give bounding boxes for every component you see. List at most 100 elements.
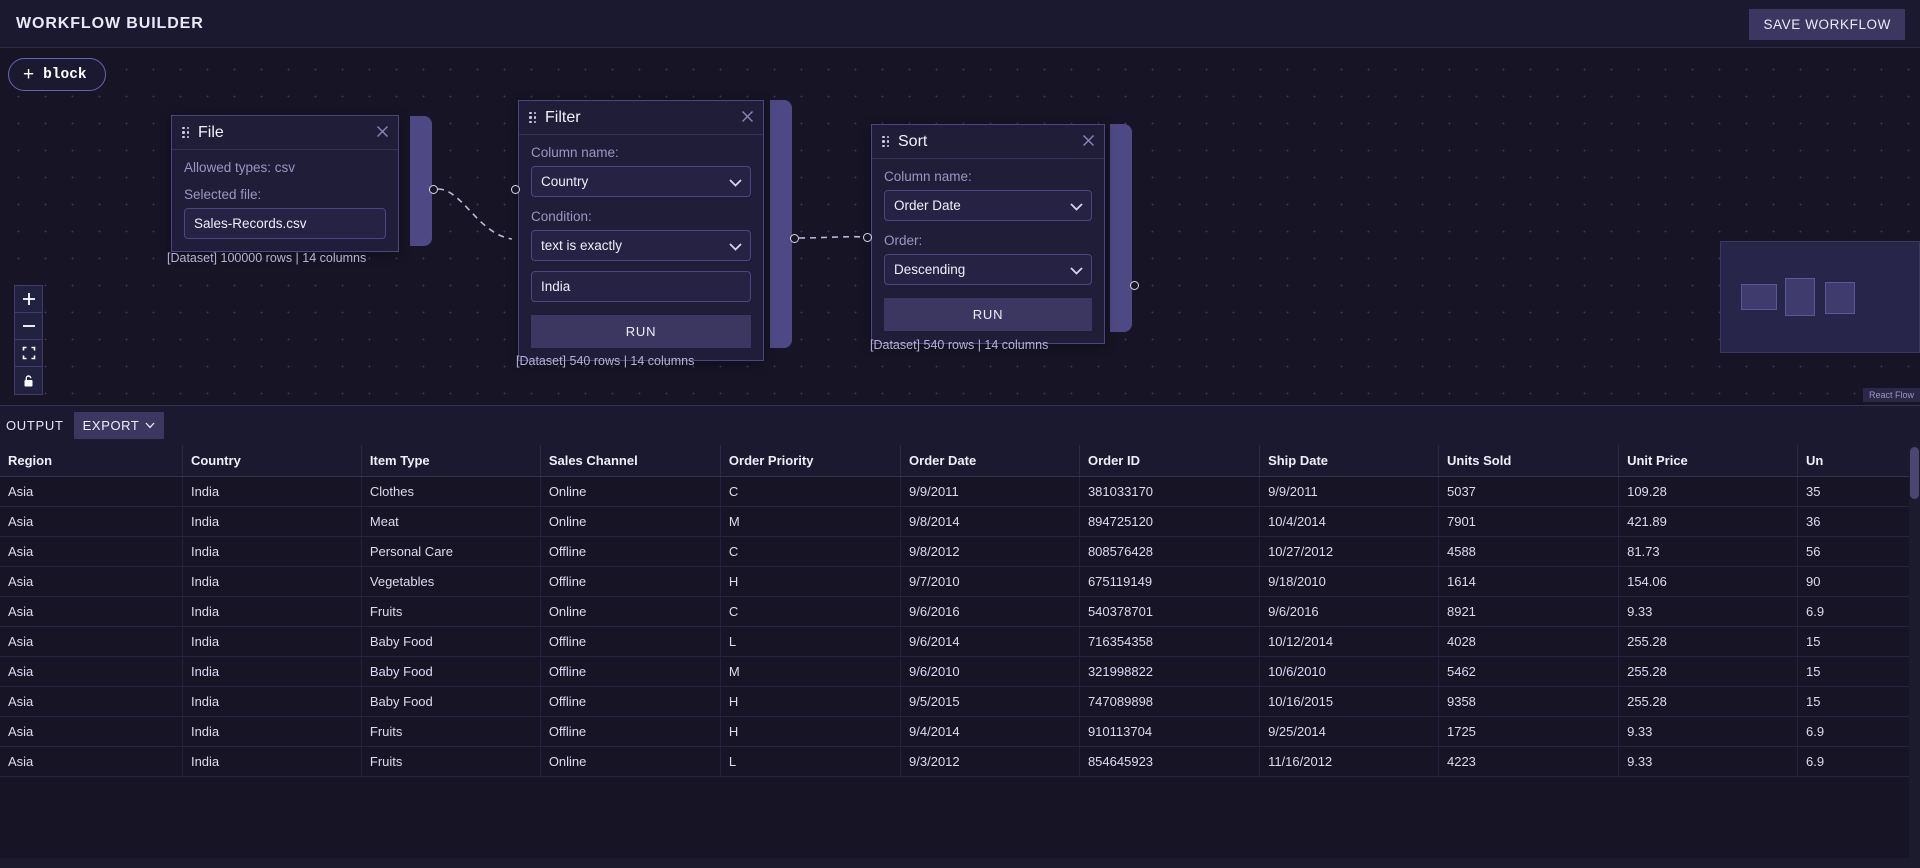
- table-cell: 36: [1797, 506, 1920, 537]
- table-row[interactable]: Asia India Fruits Online C 9/6/2016 540378701 9…: [0, 596, 1920, 627]
- table-row[interactable]: Asia India Fruits Online L 9/3/2012 854645923 1…: [0, 746, 1920, 777]
- table-column-header[interactable]: Order ID: [1079, 445, 1261, 477]
- lock-button[interactable]: [15, 367, 42, 394]
- vertical-scrollbar-thumb[interactable]: [1910, 447, 1919, 499]
- table-cell: 9.33: [1618, 746, 1799, 777]
- export-button[interactable]: EXPORT: [73, 412, 165, 439]
- filter-input-port[interactable]: [511, 185, 520, 194]
- sort-input-port[interactable]: [863, 233, 872, 242]
- table-cell: India: [182, 656, 362, 687]
- table-cell: 109.28: [1618, 476, 1799, 507]
- table-column-header[interactable]: Un: [1797, 445, 1920, 477]
- node-file[interactable]: File Allowed types: csv Selected file:: [171, 115, 399, 252]
- sort-column-label: Column name:: [884, 169, 972, 184]
- table-column-header[interactable]: Order Priority: [720, 445, 902, 477]
- minimap-node: [1825, 282, 1855, 314]
- drag-handle-icon[interactable]: [182, 126, 189, 139]
- sort-order-select[interactable]: Descending: [884, 254, 1092, 285]
- table-cell: 321998822: [1079, 656, 1261, 687]
- table-cell: Offline: [540, 716, 721, 747]
- vertical-scrollbar[interactable]: [1909, 445, 1920, 868]
- sort-column-select[interactable]: Order Date: [884, 190, 1092, 221]
- fit-view-button[interactable]: [15, 340, 42, 367]
- add-block-button[interactable]: + block: [8, 58, 106, 91]
- table-column-header[interactable]: Unit Price: [1618, 445, 1799, 477]
- filter-node-header[interactable]: Filter: [519, 101, 763, 135]
- zoom-out-button[interactable]: [15, 313, 42, 340]
- table-cell: Asia: [0, 686, 183, 717]
- top-bar: WORKFLOW BUILDER SAVE WORKFLOW: [0, 0, 1920, 48]
- output-table-container[interactable]: Region Country Item Type Sales Channel Order…: [0, 445, 1920, 868]
- sort-run-button[interactable]: RUN: [884, 298, 1092, 331]
- minimap[interactable]: [1720, 241, 1920, 353]
- table-cell: India: [182, 506, 362, 537]
- table-cell: India: [182, 566, 362, 597]
- filter-dataset-caption: [Dataset] 540 rows | 14 columns: [516, 354, 695, 368]
- node-filter[interactable]: Filter Column name: Country Condition: t…: [518, 100, 764, 361]
- filter-value-input[interactable]: [531, 271, 751, 302]
- table-cell: 5462: [1438, 656, 1620, 687]
- file-output-port[interactable]: [429, 185, 438, 194]
- table-cell: M: [720, 506, 902, 537]
- table-cell: 9/6/2016: [900, 596, 1080, 627]
- table-cell: 9/3/2012: [900, 746, 1080, 777]
- output-label: OUTPUT: [6, 418, 64, 433]
- table-column-header[interactable]: Item Type: [361, 445, 541, 477]
- table-cell: 81.73: [1618, 536, 1799, 567]
- table-cell: Clothes: [361, 476, 541, 507]
- filter-column-select[interactable]: Country: [531, 166, 751, 197]
- sort-node-output-slab: [1110, 124, 1132, 332]
- table-cell: 894725120: [1079, 506, 1261, 537]
- table-cell: 6.9: [1797, 746, 1920, 777]
- table-row[interactable]: Asia India Meat Online M 9/8/2014 894725120 10/…: [0, 506, 1920, 537]
- workflow-canvas[interactable]: + block File Allowed types: csv Selected…: [0, 48, 1920, 405]
- table-column-header[interactable]: Units Sold: [1438, 445, 1620, 477]
- table-cell: 9/25/2014: [1259, 716, 1439, 747]
- table-row[interactable]: Asia India Baby Food Offline M 9/6/2010 321998…: [0, 656, 1920, 687]
- table-row[interactable]: Asia India Clothes Online C 9/9/2011 381033170…: [0, 476, 1920, 507]
- selected-file-input[interactable]: [184, 208, 386, 239]
- table-cell: 1725: [1438, 716, 1620, 747]
- close-icon[interactable]: [1082, 134, 1095, 151]
- close-icon[interactable]: [741, 110, 754, 127]
- file-node-header[interactable]: File: [172, 116, 398, 150]
- table-column-header[interactable]: Country: [182, 445, 362, 477]
- table-cell: L: [720, 746, 902, 777]
- table-cell: 9/8/2014: [900, 506, 1080, 537]
- table-column-header[interactable]: Ship Date: [1259, 445, 1439, 477]
- horizontal-scrollbar[interactable]: [0, 858, 1920, 868]
- table-cell: Fruits: [361, 596, 541, 627]
- table-cell: 35: [1797, 476, 1920, 507]
- table-row[interactable]: Asia India Vegetables Offline H 9/7/2010 67511…: [0, 566, 1920, 597]
- table-column-header[interactable]: Region: [0, 445, 183, 477]
- table-cell: 15: [1797, 656, 1920, 687]
- node-title: Sort: [898, 132, 928, 150]
- filter-output-port[interactable]: [790, 234, 799, 243]
- zoom-in-button[interactable]: [15, 286, 42, 313]
- table-cell: 10/12/2014: [1259, 626, 1439, 657]
- filter-run-button[interactable]: RUN: [531, 315, 751, 348]
- drag-handle-icon[interactable]: [529, 111, 536, 124]
- sort-node-header[interactable]: Sort: [872, 125, 1104, 159]
- minus-icon: [22, 325, 35, 327]
- table-row[interactable]: Asia India Baby Food Offline L 9/6/2014 716354…: [0, 626, 1920, 657]
- table-cell: 1614: [1438, 566, 1620, 597]
- chevron-down-icon: [146, 422, 155, 429]
- table-cell: 9358: [1438, 686, 1620, 717]
- node-sort[interactable]: Sort Column name: Order Date Order: Desc…: [871, 124, 1105, 344]
- table-column-header[interactable]: Order Date: [900, 445, 1080, 477]
- table-cell: 15: [1797, 686, 1920, 717]
- filter-condition-select[interactable]: text is exactly: [531, 230, 751, 261]
- table-cell: 10/27/2012: [1259, 536, 1439, 567]
- table-cell: 540378701: [1079, 596, 1261, 627]
- save-workflow-button[interactable]: SAVE WORKFLOW: [1749, 9, 1905, 40]
- table-column-header[interactable]: Sales Channel: [540, 445, 721, 477]
- table-row[interactable]: Asia India Fruits Offline H 9/4/2014 910113704…: [0, 716, 1920, 747]
- close-icon[interactable]: [376, 125, 389, 142]
- drag-handle-icon[interactable]: [882, 135, 889, 148]
- table-cell: Online: [540, 506, 721, 537]
- table-row[interactable]: Asia India Baby Food Offline H 9/5/2015 747089…: [0, 686, 1920, 717]
- table-row[interactable]: Asia India Personal Care Offline C 9/8/2012 80…: [0, 536, 1920, 567]
- table-cell: C: [720, 536, 902, 567]
- sort-output-port[interactable]: [1130, 281, 1139, 290]
